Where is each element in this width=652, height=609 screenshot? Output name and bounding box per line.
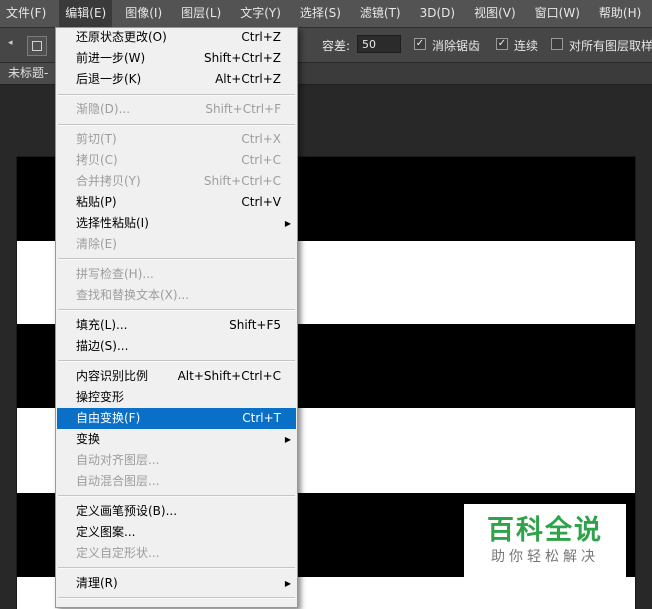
menu-window[interactable]: 窗口(W) bbox=[529, 0, 586, 27]
menu-separator bbox=[58, 495, 295, 497]
menu-separator bbox=[58, 309, 295, 311]
contiguous-checkbox[interactable]: ✓ bbox=[496, 38, 508, 50]
menu-item-purge[interactable]: 清理(R) ▶ bbox=[57, 573, 296, 594]
menu-item-define-brush[interactable]: 定义画笔预设(B)... bbox=[57, 501, 296, 522]
menu-item-step-forward[interactable]: 前进一步(W) Shift+Ctrl+Z bbox=[57, 48, 296, 69]
menu-type[interactable]: 文字(Y) bbox=[234, 0, 287, 27]
menu-item-cut[interactable]: 剪切(T) Ctrl+X bbox=[57, 129, 296, 150]
menu-item-find-replace[interactable]: 查找和替换文本(X)... bbox=[57, 285, 296, 306]
menu-image[interactable]: 图像(I) bbox=[119, 0, 168, 27]
menu-item-puppet-warp[interactable]: 操控变形 bbox=[57, 387, 296, 408]
menu-item-fade[interactable]: 渐隐(D)... Shift+Ctrl+F bbox=[57, 99, 296, 120]
menu-edit[interactable]: 编辑(E) bbox=[59, 0, 113, 27]
menu-item-transform[interactable]: 变换 ▶ bbox=[57, 429, 296, 450]
anti-alias-checkbox[interactable]: ✓ bbox=[414, 38, 426, 50]
rectangle-selection-icon[interactable] bbox=[27, 36, 47, 56]
triangle-right-icon: ▶ bbox=[284, 435, 291, 444]
document-tab[interactable]: 未标题- bbox=[0, 63, 60, 84]
menu-item-define-pattern[interactable]: 定义图案... bbox=[57, 522, 296, 543]
menu-3d[interactable]: 3D(D) bbox=[414, 0, 461, 27]
anti-alias-label: 消除锯齿 bbox=[432, 39, 481, 53]
triangle-right-icon: ▶ bbox=[284, 579, 291, 588]
menu-separator bbox=[58, 567, 295, 569]
menu-item-copy[interactable]: 拷贝(C) Ctrl+C bbox=[57, 150, 296, 171]
checkmark-icon: ✓ bbox=[415, 38, 425, 49]
menu-item-content-aware-scale[interactable]: 内容识别比例 Alt+Shift+Ctrl+C bbox=[57, 366, 296, 387]
menu-item-step-backward[interactable]: 后退一步(K) Alt+Ctrl+Z bbox=[57, 69, 296, 90]
edit-menu-dropdown: 还原状态更改(O) Ctrl+Z 前进一步(W) Shift+Ctrl+Z 后退一步… bbox=[55, 27, 298, 608]
menu-view[interactable]: 视图(V) bbox=[468, 0, 522, 27]
menu-item-auto-blend-layers[interactable]: 自动混合图层... bbox=[57, 471, 296, 492]
menu-separator bbox=[58, 94, 295, 96]
all-layers-label: 对所有图层取样 bbox=[569, 39, 652, 53]
menu-item-spell-check[interactable]: 拼写检查(H)... bbox=[57, 264, 296, 285]
menu-item-stroke[interactable]: 描边(S)... bbox=[57, 336, 296, 357]
menu-item-paste-special[interactable]: 选择性粘贴(I) ▶ bbox=[57, 213, 296, 234]
menu-item-define-custom-shape[interactable]: 定义自定形状... bbox=[57, 543, 296, 564]
menu-item-copy-merged[interactable]: 合并拷贝(Y) Shift+Ctrl+C bbox=[57, 171, 296, 192]
menu-separator bbox=[58, 258, 295, 260]
checkmark-icon: ✓ bbox=[497, 38, 507, 49]
menu-item-clear[interactable]: 清除(E) bbox=[57, 234, 296, 255]
watermark-subtitle: 助你轻松解决 bbox=[491, 549, 599, 565]
contiguous-label: 连续 bbox=[514, 39, 539, 53]
menu-file[interactable]: 文件(F) bbox=[0, 0, 52, 27]
menu-separator bbox=[58, 597, 295, 599]
menu-item-fill[interactable]: 填充(L)... Shift+F5 bbox=[57, 315, 296, 336]
tolerance-label: 容差: bbox=[322, 39, 351, 53]
menu-bar: 文件(F) 编辑(E) 图像(I) 图层(L) 文字(Y) 选择(S) 滤镜(T… bbox=[0, 0, 652, 28]
menu-layer[interactable]: 图层(L) bbox=[175, 0, 227, 27]
menu-separator bbox=[58, 360, 295, 362]
menu-item-undo[interactable]: 还原状态更改(O) Ctrl+Z bbox=[57, 28, 296, 48]
menu-item-paste[interactable]: 粘贴(P) Ctrl+V bbox=[57, 192, 296, 213]
tolerance-input[interactable] bbox=[357, 35, 401, 53]
menu-filter[interactable]: 滤镜(T) bbox=[354, 0, 407, 27]
menu-item-free-transform[interactable]: 自由变换(F) Ctrl+T bbox=[57, 408, 296, 429]
watermark-title: 百科全说 bbox=[487, 515, 603, 546]
triangle-right-icon: ▶ bbox=[284, 219, 291, 228]
tool-preset-dropdown-icon[interactable]: ◂ bbox=[8, 38, 14, 50]
watermark-logo: 百科全说 助你轻松解决 bbox=[464, 504, 626, 578]
menu-item-auto-align-layers[interactable]: 自动对齐图层... bbox=[57, 450, 296, 471]
menu-select[interactable]: 选择(S) bbox=[294, 0, 347, 27]
menu-separator bbox=[58, 124, 295, 126]
menu-help[interactable]: 帮助(H) bbox=[593, 0, 647, 27]
all-layers-checkbox[interactable] bbox=[551, 38, 563, 50]
